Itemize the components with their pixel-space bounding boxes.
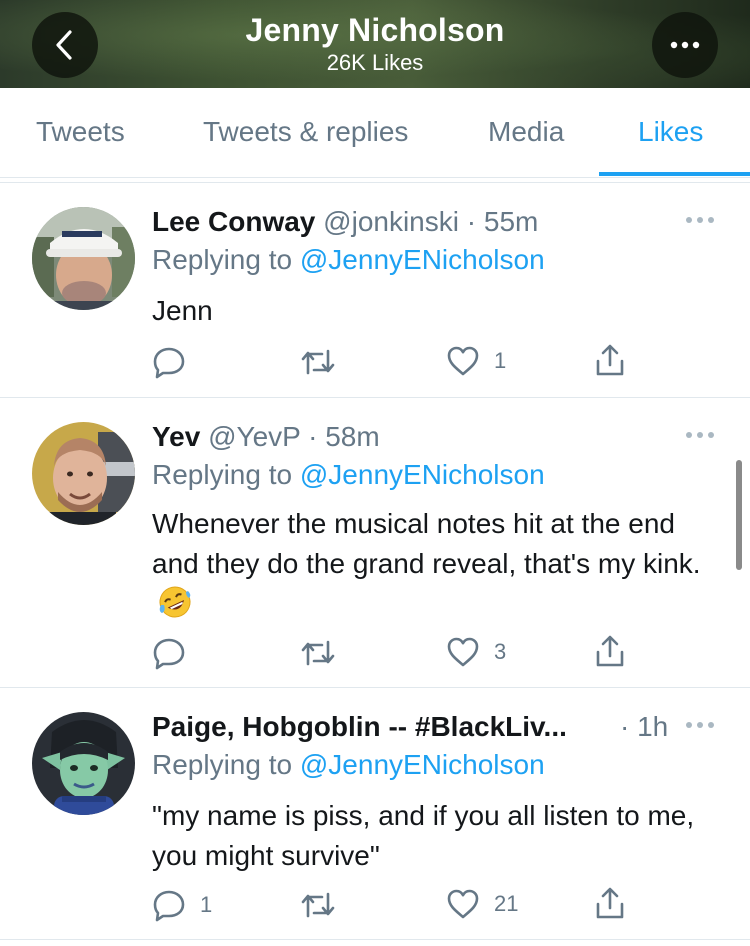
tweet-more-icon[interactable] <box>684 215 716 225</box>
share-button[interactable] <box>594 343 626 377</box>
mention-link[interactable]: @JennyENicholson <box>300 244 545 275</box>
avatar[interactable] <box>32 422 135 525</box>
like-button[interactable]: 3 <box>446 636 506 668</box>
heart-icon <box>446 345 480 377</box>
tweet-text: Jenn <box>152 295 213 326</box>
tab-tweets-replies[interactable]: Tweets & replies <box>203 116 408 148</box>
tweet-more-icon[interactable] <box>684 720 716 730</box>
share-button[interactable] <box>594 886 626 920</box>
share-button[interactable] <box>594 634 626 668</box>
tweet-header: Paige, Hobgoblin -- #BlackLiv... <box>152 710 567 744</box>
tweet-header: Yev @YevP · 58m <box>152 420 380 454</box>
author-name[interactable]: Yev <box>152 421 200 452</box>
tab-media[interactable]: Media <box>488 116 564 148</box>
like-count: 1 <box>494 348 507 373</box>
tweet-time: · 58m <box>308 421 380 452</box>
tweet-item[interactable]: Lee Conway @jonkinski · 55m Replying to … <box>0 183 750 398</box>
reply-icon <box>152 888 186 922</box>
likes-count: 26K Likes <box>326 50 424 75</box>
mention-link[interactable]: @JennyENicholson <box>300 459 545 490</box>
avatar[interactable] <box>32 207 135 310</box>
reply-icon <box>152 345 186 379</box>
tweet-header: Lee Conway @jonkinski · 55m <box>152 205 538 239</box>
replying-to: Replying to @JennyENicholson <box>152 458 545 492</box>
more-button[interactable] <box>652 12 718 78</box>
replying-to: Replying to @JennyENicholson <box>152 243 545 277</box>
heart-icon <box>446 636 480 668</box>
active-tab-indicator <box>599 172 750 176</box>
reply-count: 1 <box>200 892 213 917</box>
replying-label: Replying to <box>152 749 300 780</box>
author-name[interactable]: Lee Conway <box>152 206 315 237</box>
replying-label: Replying to <box>152 459 300 490</box>
tweet-body: Whenever the musical notes hit at the en… <box>152 504 717 624</box>
tab-tweets[interactable]: Tweets <box>36 116 125 148</box>
scrollbar[interactable] <box>736 460 742 570</box>
author-name[interactable]: Paige, Hobgoblin -- #BlackLiv... <box>152 711 567 742</box>
retweet-icon <box>300 638 336 668</box>
like-count: 3 <box>494 639 507 664</box>
reply-button[interactable]: 1 <box>152 888 212 922</box>
retweet-button[interactable] <box>300 347 350 377</box>
profile-tabs: Tweets Tweets & replies Media Likes <box>0 88 750 178</box>
reply-button[interactable] <box>152 636 200 670</box>
like-button[interactable]: 1 <box>446 345 506 377</box>
profile-header: Jenny Nicholson 26K Likes <box>0 0 750 88</box>
author-handle[interactable]: @YevP <box>208 421 300 452</box>
share-icon <box>594 886 626 920</box>
share-icon <box>594 634 626 668</box>
heart-icon <box>446 888 480 920</box>
share-icon <box>594 343 626 377</box>
like-count: 21 <box>494 891 519 916</box>
tweet-time: · 1h <box>620 711 669 742</box>
mention-link[interactable]: @JennyENicholson <box>300 749 545 780</box>
more-horizontal-icon <box>670 41 700 49</box>
retweet-button[interactable] <box>300 638 350 668</box>
avatar[interactable] <box>32 712 135 815</box>
tab-likes[interactable]: Likes <box>638 116 703 148</box>
retweet-icon <box>300 890 336 920</box>
profile-name: Jenny Nicholson <box>245 12 505 48</box>
rolling-laughing-emoji-icon <box>158 585 192 619</box>
replying-label: Replying to <box>152 244 300 275</box>
author-handle[interactable]: @jonkinski <box>323 206 459 237</box>
retweet-button[interactable] <box>300 890 350 920</box>
reply-icon <box>152 636 186 670</box>
retweet-icon <box>300 347 336 377</box>
tweet-time: · 55m <box>466 206 539 237</box>
like-button[interactable]: 21 <box>446 888 518 920</box>
reply-button[interactable] <box>152 345 200 379</box>
tweet-more-icon[interactable] <box>684 430 716 440</box>
tweet-item[interactable]: Yev @YevP · 58m Replying to @JennyENicho… <box>0 398 750 688</box>
tweet-item[interactable]: Paige, Hobgoblin -- #BlackLiv... · 1h Re… <box>0 688 750 940</box>
tweet-text: Whenever the musical notes hit at the en… <box>152 508 701 579</box>
replying-to: Replying to @JennyENicholson <box>152 748 545 782</box>
tweet-text: "my name is piss, and if you all listen … <box>152 800 695 871</box>
